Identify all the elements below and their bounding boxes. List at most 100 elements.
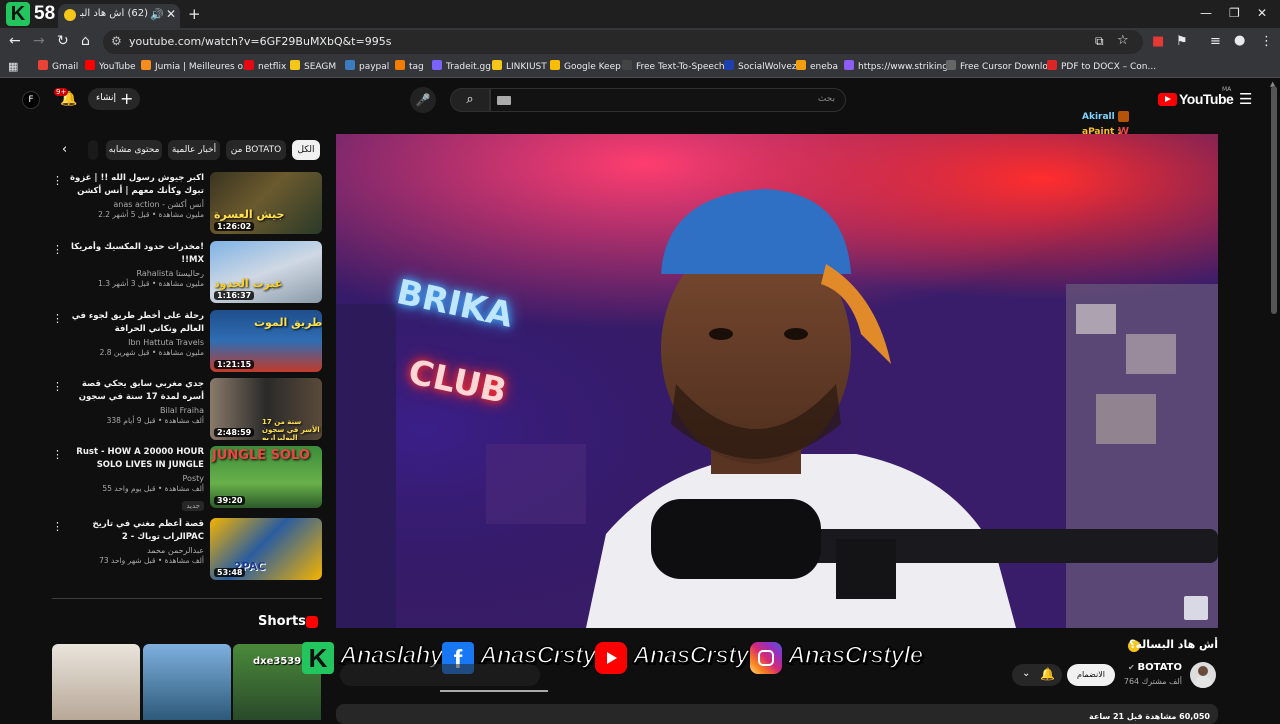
chip-related[interactable]: محتوى مشابه [106, 140, 162, 160]
recommendation-title[interactable]: قصة أعظم مغني في تاريخ الراب توباك - 2PA… [70, 518, 205, 544]
kick-extension-icon[interactable]: K [6, 2, 30, 26]
bookmark-item[interactable]: YouTube [85, 60, 136, 72]
voice-search-mic-icon[interactable]: 🎤 [410, 87, 436, 113]
bookmark-item[interactable]: netflix [244, 60, 286, 72]
restore-icon[interactable]: ❐ [1229, 6, 1240, 20]
overlay-username: Akirall : [1082, 112, 1122, 122]
recommendation-channel[interactable]: Posty [70, 474, 204, 483]
recommendation-channel[interactable]: Bilal Fraiha [70, 406, 204, 415]
bookmark-label: netflix [258, 62, 287, 72]
bookmark-item[interactable]: eneba [796, 60, 838, 72]
recommendation-title[interactable]: Rust - HOW A 20000 HOUR SOLO LIVES IN JU… [70, 446, 204, 472]
minimize-icon[interactable]: — [1200, 6, 1212, 20]
apps-grid-icon[interactable]: ▦ [8, 60, 18, 73]
bookmark-label: Gmail [52, 62, 79, 72]
page-scrollbar[interactable] [1271, 86, 1277, 314]
shorts-icon [306, 616, 318, 628]
bookmark-label: eneba [810, 62, 839, 72]
chevron-left-icon[interactable]: ‹ [62, 142, 67, 157]
chip-from-channel[interactable]: من BOTATO [226, 140, 286, 160]
search-button[interactable]: ⌕ [450, 88, 490, 112]
description-box[interactable]: 60,050 مشاهدة قبل 21 ساعة [336, 704, 1218, 724]
recommendation-title[interactable]: جدي مغربي سابق يحكي قصة أسره لمدة 17 سنة… [70, 378, 204, 404]
bookmark-item[interactable]: tag [395, 60, 424, 72]
back-icon[interactable]: ← [9, 33, 21, 49]
recommendation-item[interactable]: ⋮ مخدرات حدود المكسيك وأمريكا! !!MX Raha… [52, 241, 322, 305]
more-options-icon[interactable]: ⋮ [52, 380, 63, 393]
account-avatar[interactable]: F [22, 91, 40, 109]
recommendation-thumbnail[interactable]: JUNGLE SOLO 39:20 [210, 446, 322, 508]
profile-icon[interactable]: ● [1234, 33, 1245, 48]
chip-world-news[interactable]: أخبار عالمية [168, 140, 220, 160]
install-app-icon[interactable]: ⧉ [1095, 34, 1104, 49]
recommendation-title[interactable]: مخدرات حدود المكسيك وأمريكا! !!MX [70, 241, 204, 267]
recommendation-title[interactable]: اكبر جيوش رسول الله !! | غزوة تبوك وكأنك… [70, 172, 204, 198]
bookmark-star-icon[interactable]: ☆ [1117, 33, 1129, 48]
more-options-icon[interactable]: ⋮ [52, 174, 63, 187]
recommendation-item[interactable]: ⋮ رحلة على أخطر طريق لجوء في العالم ونكا… [52, 310, 322, 374]
bookmark-item[interactable]: LINKIUST [492, 60, 547, 72]
more-options-icon[interactable]: ⋮ [52, 312, 63, 325]
recommendation-thumbnail[interactable]: 2PAC 53:48 [210, 518, 322, 580]
recommendation-item[interactable]: ⋮ جدي مغربي سابق يحكي قصة أسره لمدة 17 س… [52, 378, 322, 442]
create-button[interactable]: + إنشاء [88, 88, 140, 110]
subscribed-button[interactable]: 🔔 ⌄ [1012, 664, 1062, 686]
site-info-icon[interactable]: ⚙ [111, 34, 122, 48]
speaker-icon[interactable]: 🔊 [150, 8, 164, 21]
recommendation-title[interactable]: رحلة على أخطر طريق لجوء في العالم ونكاني… [70, 310, 204, 336]
recommendation-channel[interactable]: Rahalista رحاليستا [70, 269, 204, 278]
forward-icon[interactable]: → [33, 33, 45, 49]
recommendation-item[interactable]: ⋮ اكبر جيوش رسول الله !! | غزوة تبوك وكأ… [52, 172, 322, 236]
join-button[interactable]: الانضمام [1067, 664, 1115, 686]
recommendation-thumbnail[interactable]: جيش العسرة 1:26:02 [210, 172, 322, 234]
bookmark-item[interactable]: paypal [345, 60, 389, 72]
recommendation-thumbnail[interactable]: 17 سنة من الأسر في سجون البوليزاريو 2:48… [210, 378, 322, 440]
bookmark-item[interactable]: SEAGM [290, 60, 336, 72]
window-close-icon[interactable]: ✕ [1257, 6, 1267, 20]
bookmark-item[interactable]: Jumia | Meilleures o... [141, 60, 251, 72]
chip-all[interactable]: الكل [292, 140, 320, 160]
bookmark-item[interactable]: https://www.striking... [844, 60, 957, 72]
recommendation-channel[interactable]: anas action - أنس أكشن [70, 200, 204, 209]
address-bar[interactable]: ⚙ youtube.com/watch?v=6GF29BuMXbQ&t=995s… [103, 30, 1143, 54]
search-input[interactable]: بحث [490, 88, 846, 112]
more-options-icon[interactable]: ⋮ [52, 520, 63, 533]
channel-avatar[interactable] [1190, 662, 1216, 688]
overlay-handle: AnasCrstyle [632, 641, 769, 670]
guide-menu-icon[interactable]: ☰ [1239, 90, 1252, 108]
video-duration: 1:16:37 [214, 291, 255, 300]
bookmark-item[interactable]: Gmail [38, 60, 78, 72]
bookmark-item[interactable]: Tradeit.gg [432, 60, 491, 72]
more-options-icon[interactable]: ⋮ [52, 448, 63, 461]
bookmark-item[interactable]: Free Text-To-Speech... [622, 60, 733, 72]
streamer-cam-avatar [1184, 596, 1208, 620]
bookmark-favicon-icon [345, 60, 355, 70]
tab-close-icon[interactable]: ✕ [166, 7, 176, 21]
recommendation-item[interactable]: ⋮ Rust - HOW A 20000 HOUR SOLO LIVES IN … [52, 446, 322, 511]
short-item[interactable] [143, 644, 231, 720]
bookmark-item[interactable]: Google Keep [550, 60, 621, 72]
new-tab-button[interactable]: + [188, 5, 201, 23]
media-controls-icon[interactable]: ≡ [1210, 34, 1221, 49]
extensions-puzzle-icon[interactable]: ⚑ [1176, 34, 1188, 49]
channel-name[interactable]: ✔ BOTATO [1128, 662, 1182, 673]
recommendation-thumbnail[interactable]: طريق الموت 1:21:15 [210, 310, 322, 372]
reload-icon[interactable]: ↻ [57, 33, 69, 49]
recommendation-channel[interactable]: Ibn Hattuta Travels [70, 338, 204, 347]
recommendation-channel[interactable]: عبدالرحمن محمد [70, 546, 204, 555]
video-actions-bar[interactable] [340, 664, 540, 686]
home-icon[interactable]: ⌂ [81, 33, 90, 49]
video-player[interactable]: BRIKA CLUB [336, 134, 1218, 628]
bookmark-item[interactable]: Free Cursor Downlo... [946, 60, 1056, 72]
recommendation-thumbnail[interactable]: عبرت الحدود 1:16:37 [210, 241, 322, 303]
bookmark-item[interactable]: SocialWolvez [724, 60, 797, 72]
browser-tab-active[interactable]: (62) أش هاد البسالة؟ 🔊 ✕ [58, 4, 180, 28]
short-item[interactable] [52, 644, 140, 720]
more-options-icon[interactable]: ⋮ [52, 243, 63, 256]
new-badge: جديد [182, 501, 204, 511]
extension-red-icon[interactable]: ■ [1152, 34, 1164, 49]
browser-menu-icon[interactable]: ⋮ [1260, 34, 1273, 49]
bookmark-item[interactable]: PDF to DOCX – Con... [1047, 60, 1156, 72]
recommendation-item[interactable]: ⋮ قصة أعظم مغني في تاريخ الراب توباك - 2… [52, 518, 322, 582]
keyboard-icon[interactable] [497, 96, 511, 105]
